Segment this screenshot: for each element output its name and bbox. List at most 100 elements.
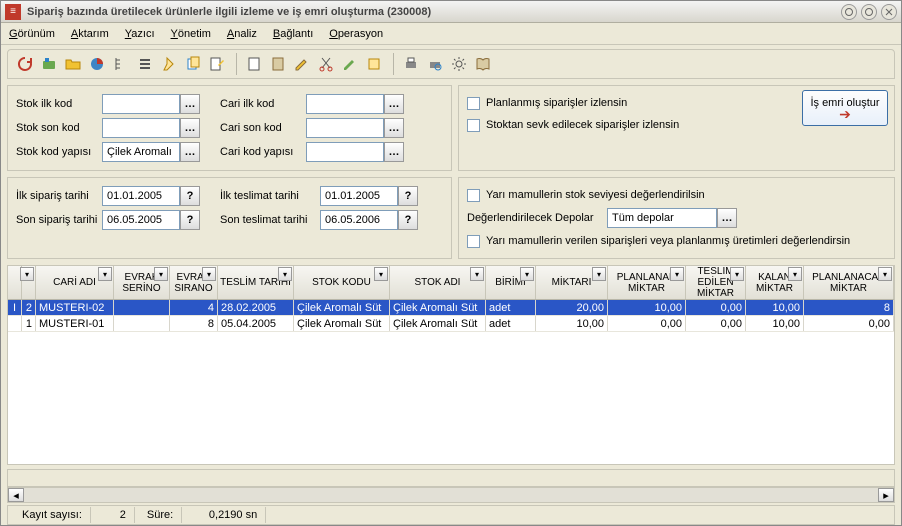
stok-kod-yapisi-input[interactable]	[102, 142, 180, 162]
tool-icon-2[interactable]	[38, 53, 60, 75]
menu-analiz[interactable]: Analiz	[227, 28, 257, 40]
chk-yari-stok-label: Yarı mamullerin stok seviyesi değerlendi…	[486, 189, 705, 201]
menu-gorunum[interactable]: Görünüm	[9, 28, 55, 40]
col-rownum[interactable]	[22, 266, 36, 299]
close-button[interactable]	[881, 4, 897, 20]
cari-son-kod-picker[interactable]: …	[384, 118, 404, 138]
col-planlanacak[interactable]: PLANLANACAK MİKTAR	[804, 266, 894, 299]
ilk-siparis-input[interactable]	[102, 186, 180, 206]
print-icon[interactable]	[400, 53, 422, 75]
ilk-siparis-picker[interactable]: ?	[180, 186, 200, 206]
cell-kalan: 10,00	[746, 300, 804, 315]
scroll-track[interactable]	[24, 488, 878, 502]
menu-yonetim[interactable]: Yönetim	[171, 28, 211, 40]
horizontal-scrollbar[interactable]: ◂ ▸	[7, 487, 895, 503]
kayit-value: 2	[120, 509, 126, 521]
col-evrak-sirano[interactable]: EVRAK SIRANO	[170, 266, 218, 299]
chk-yari-siparis[interactable]	[467, 235, 480, 248]
cell-planlanan: 10,00	[608, 300, 686, 315]
edit-icon[interactable]	[291, 53, 313, 75]
cell-birim: adet	[486, 316, 536, 331]
folder-open-icon[interactable]	[62, 53, 84, 75]
highlight-icon[interactable]	[158, 53, 180, 75]
col-stokad-filter-icon[interactable]	[470, 267, 484, 281]
book-icon[interactable]	[267, 53, 289, 75]
table-row[interactable]: I2MUSTERI-02428.02.2005Çilek Aromalı Süt…	[8, 300, 894, 316]
col-kalan-filter-icon[interactable]	[788, 267, 802, 281]
menu-aktarim[interactable]: Aktarım	[71, 28, 109, 40]
depolar-picker[interactable]: …	[717, 208, 737, 228]
sheet-edit-icon[interactable]	[206, 53, 228, 75]
table-row[interactable]: 1MUSTERI-01805.04.2005Çilek Aromalı SütÇ…	[8, 316, 894, 332]
refresh-icon[interactable]	[14, 53, 36, 75]
list-icon[interactable]	[134, 53, 156, 75]
stok-ilk-kod-input[interactable]	[102, 94, 180, 114]
chk-stoktan[interactable]	[467, 119, 480, 132]
cari-ilk-kod-picker[interactable]: …	[384, 94, 404, 114]
minimize-button[interactable]	[841, 4, 857, 20]
cell-stokkod: Çilek Aromalı Süt	[294, 316, 390, 331]
col-kalan[interactable]: KALAN MİKTAR	[746, 266, 804, 299]
col-teslim-filter-icon[interactable]	[730, 267, 744, 281]
col-serino-filter-icon[interactable]	[154, 267, 168, 281]
col-sirano-filter-icon[interactable]	[202, 267, 216, 281]
col-planlanan[interactable]: PLANLANAN MİKTAR	[608, 266, 686, 299]
tree-icon[interactable]	[110, 53, 132, 75]
col-planlanacak-filter-icon[interactable]	[878, 267, 892, 281]
son-siparis-input[interactable]	[102, 210, 180, 230]
col-stokkod-filter-icon[interactable]	[374, 267, 388, 281]
create-work-order-button[interactable]: İş emri oluştur ➔	[802, 90, 888, 126]
son-teslimat-label: Son teslimat tarihi	[220, 214, 320, 226]
cell-planlanacak: 8	[804, 300, 894, 315]
menu-yazici[interactable]: Yazıcı	[125, 28, 155, 40]
col-teslim-tarihi[interactable]: TESLİM TARİHİ	[218, 266, 294, 299]
copy-sheet-icon[interactable]	[182, 53, 204, 75]
col-rownum-filter-icon[interactable]	[20, 267, 34, 281]
sure-value: 0,2190 sn	[209, 509, 257, 521]
ilk-teslimat-input[interactable]	[320, 186, 398, 206]
cari-kod-yapisi-input[interactable]	[306, 142, 384, 162]
col-planlanan-filter-icon[interactable]	[670, 267, 684, 281]
stok-ilk-kod-picker[interactable]: …	[180, 94, 200, 114]
stok-son-kod-picker[interactable]: …	[180, 118, 200, 138]
col-stok-adi[interactable]: STOK ADI	[390, 266, 486, 299]
chk-planlanmis-label: Planlanmış siparişler izlensin	[486, 97, 627, 109]
new-doc-icon[interactable]	[243, 53, 265, 75]
col-stok-kodu[interactable]: STOK KODU	[294, 266, 390, 299]
cut-icon[interactable]	[315, 53, 337, 75]
col-miktar-filter-icon[interactable]	[592, 267, 606, 281]
col-birim-filter-icon[interactable]	[520, 267, 534, 281]
note-icon[interactable]	[363, 53, 385, 75]
col-cari-filter-icon[interactable]	[98, 267, 112, 281]
col-tarih-filter-icon[interactable]	[278, 267, 292, 281]
cari-kod-yapisi-picker[interactable]: …	[384, 142, 404, 162]
col-cari-adi[interactable]: CARİ ADI	[36, 266, 114, 299]
chk-yari-stok[interactable]	[467, 189, 480, 202]
col-evrak-serino[interactable]: EVRAK SERİNO	[114, 266, 170, 299]
col-miktari[interactable]: MİKTARI	[536, 266, 608, 299]
cari-son-kod-input[interactable]	[306, 118, 384, 138]
chk-planlanmis[interactable]	[467, 97, 480, 110]
help-book-icon[interactable]	[472, 53, 494, 75]
stok-son-kod-input[interactable]	[102, 118, 180, 138]
son-siparis-picker[interactable]: ?	[180, 210, 200, 230]
col-teslim-edilen[interactable]: TESLİM EDİLEN MİKTAR	[686, 266, 746, 299]
scroll-left-icon[interactable]: ◂	[8, 488, 24, 502]
depolar-input[interactable]	[607, 208, 717, 228]
stok-kod-yapisi-picker[interactable]: …	[180, 142, 200, 162]
data-grid[interactable]: CARİ ADI EVRAK SERİNO EVRAK SIRANO TESLİ…	[7, 265, 895, 465]
col-birimi[interactable]: BİRİMİ	[486, 266, 536, 299]
kayit-label: Kayıt sayısı:	[22, 509, 82, 521]
son-teslimat-input[interactable]	[320, 210, 398, 230]
menu-operasyon[interactable]: Operasyon	[329, 28, 383, 40]
scroll-right-icon[interactable]: ▸	[878, 488, 894, 502]
chart-pie-icon[interactable]	[86, 53, 108, 75]
menu-baglanti[interactable]: Bağlantı	[273, 28, 313, 40]
print-preview-icon[interactable]	[424, 53, 446, 75]
maximize-button[interactable]	[861, 4, 877, 20]
pencil-icon[interactable]	[339, 53, 361, 75]
cari-ilk-kod-input[interactable]	[306, 94, 384, 114]
son-teslimat-picker[interactable]: ?	[398, 210, 418, 230]
ilk-teslimat-picker[interactable]: ?	[398, 186, 418, 206]
gear-icon[interactable]	[448, 53, 470, 75]
